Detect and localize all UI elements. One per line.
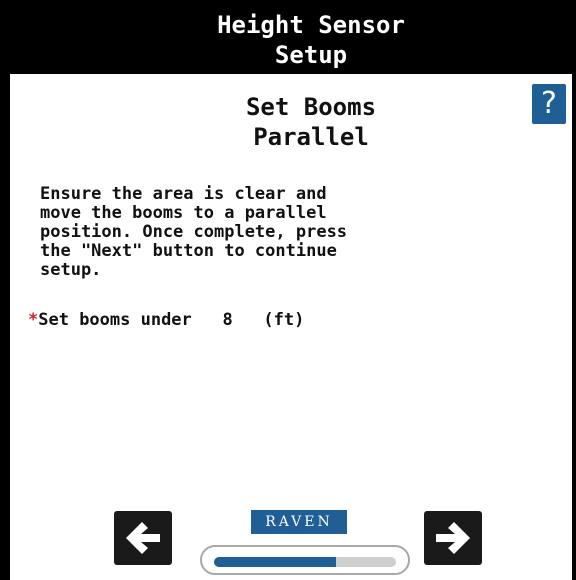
question-mark-icon: ? [541, 86, 557, 121]
screen-header: Height Sensor Setup [10, 0, 572, 74]
setup-screen: Height Sensor Setup Set Booms Parallel ?… [0, 0, 576, 580]
progress-track-inner [214, 557, 396, 567]
arrow-right-icon [436, 522, 470, 554]
requirement-line: *Set booms under 8 (ft) [28, 310, 304, 330]
header-title-line1: Height Sensor [217, 11, 405, 39]
raven-logo: RAVEN [251, 510, 347, 534]
instructions-text: Ensure the area is clear and move the bo… [40, 184, 348, 280]
required-asterisk: * [28, 310, 39, 330]
header-title-line2: Setup [274, 41, 348, 69]
step-title-line2: Parallel [253, 123, 369, 151]
arrow-left-icon [126, 522, 160, 554]
help-button[interactable]: ? [532, 84, 566, 124]
progress-bar [200, 545, 410, 575]
back-button[interactable] [114, 511, 172, 565]
next-button[interactable] [424, 511, 482, 565]
progress-fill [214, 557, 336, 567]
step-title: Set Booms Parallel [10, 92, 572, 152]
step-title-line1: Set Booms [245, 93, 377, 121]
requirement-text: Set booms under 8 (ft) [38, 310, 305, 330]
